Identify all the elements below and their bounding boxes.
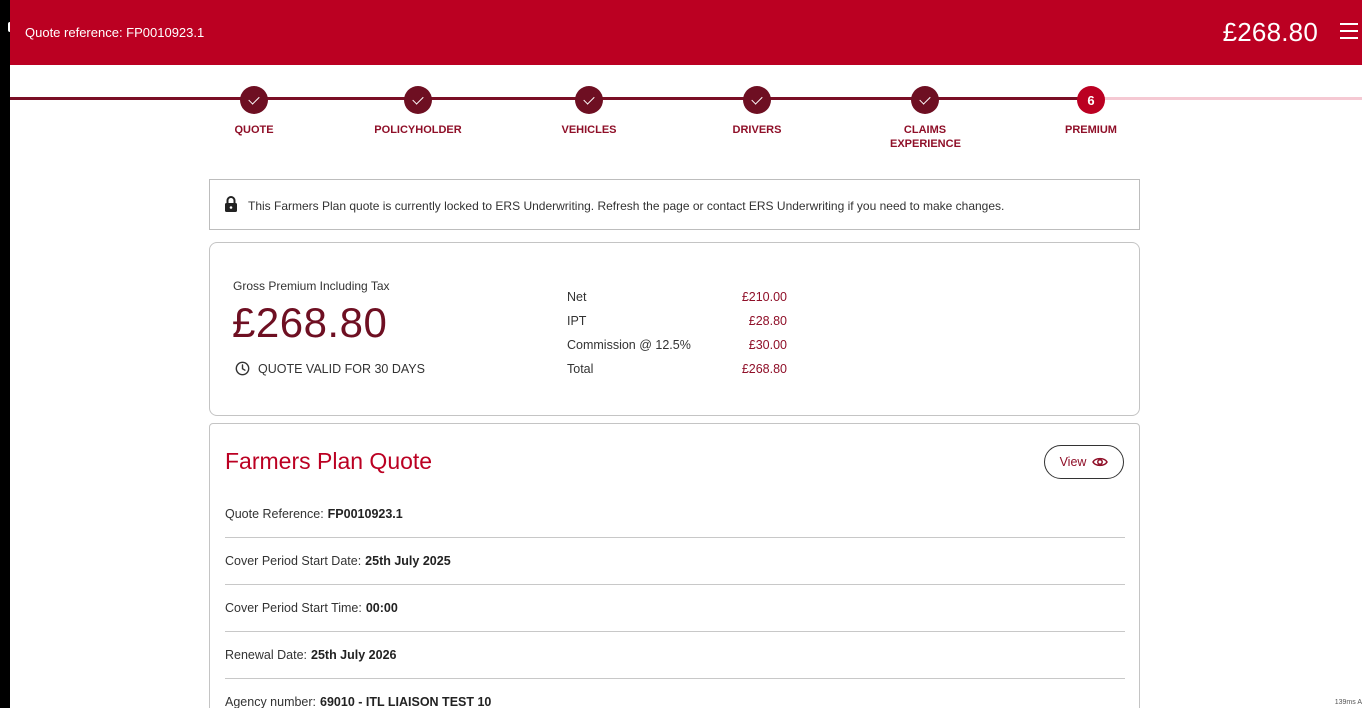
step-active-circle: 6 — [1077, 86, 1105, 114]
step-drivers[interactable]: DRIVERS — [687, 86, 827, 137]
eye-icon — [1092, 457, 1109, 467]
step-complete-circle — [240, 86, 268, 114]
detail-label: Quote Reference: — [225, 507, 324, 521]
detail-row-quote-reference: Quote Reference: FP0010923.1 — [225, 491, 1125, 538]
view-button-label: View — [1059, 455, 1087, 469]
breakdown-label: IPT — [567, 314, 587, 328]
check-icon — [248, 92, 260, 105]
farmers-plan-quote-card: Farmers Plan Quote View Quote Reference:… — [209, 423, 1140, 708]
breakdown-value: £30.00 — [748, 338, 787, 352]
check-icon — [583, 92, 595, 105]
step-label: VEHICLES — [561, 124, 617, 136]
detail-row-agency-number: Agency number: 69010 - ITL LIAISON TEST … — [225, 679, 1125, 708]
lock-notice: This Farmers Plan quote is currently loc… — [209, 179, 1140, 230]
breakdown-label: Net — [567, 290, 587, 304]
top-header-bar: Quote reference: FP0010923.1 £268.80 — [10, 0, 1362, 65]
step-premium[interactable]: 6 PREMIUM — [1021, 86, 1161, 137]
detail-value: FP0010923.1 — [327, 507, 403, 521]
gross-premium-amount: £268.80 — [232, 299, 388, 346]
step-label: POLICYHOLDER — [374, 124, 462, 136]
step-complete-circle — [911, 86, 939, 114]
breakdown-value: £28.80 — [748, 314, 787, 328]
check-icon — [412, 92, 424, 105]
lock-icon — [225, 196, 237, 212]
step-complete-circle — [743, 86, 771, 114]
quote-validity: QUOTE VALID FOR 30 DAYS — [235, 361, 425, 376]
detail-label: Agency number: — [225, 695, 317, 708]
detail-label: Cover Period Start Date: — [225, 554, 362, 568]
breakdown-row-net: Net £210.00 — [567, 285, 787, 309]
gross-premium-label: Gross Premium Including Tax — [233, 279, 390, 293]
detail-value: 69010 - ITL LIAISON TEST 10 — [320, 695, 492, 708]
detail-label: Cover Period Start Time: — [225, 601, 362, 615]
breakdown-value: £210.00 — [741, 290, 787, 304]
check-icon — [919, 92, 931, 105]
quote-card-title: Farmers Plan Quote — [225, 448, 433, 474]
view-quote-button[interactable]: View — [1044, 445, 1124, 479]
step-label: QUOTE — [234, 124, 274, 136]
corner-timing-note: 139ms A — [1334, 699, 1362, 706]
premium-breakdown: Net £210.00 IPT £28.80 Commission @ 12.5… — [567, 285, 787, 381]
detail-label: Renewal Date: — [225, 648, 307, 662]
hamburger-menu-icon[interactable] — [1340, 23, 1358, 39]
detail-value: 25th July 2026 — [311, 648, 397, 662]
header-price: £268.80 — [1222, 17, 1318, 47]
step-quote[interactable]: QUOTE — [184, 86, 324, 137]
step-claims-experience[interactable]: CLAIMS EXPERIENCE — [855, 86, 995, 151]
premium-summary-card: Gross Premium Including Tax £268.80 QUOT… — [209, 242, 1140, 416]
detail-row-renewal-date: Renewal Date: 25th July 2026 — [225, 632, 1125, 679]
step-label: CLAIMS EXPERIENCE — [890, 124, 961, 150]
detail-value: 00:00 — [365, 601, 398, 615]
breakdown-row-ipt: IPT £28.80 — [567, 309, 787, 333]
step-vehicles[interactable]: VEHICLES — [519, 86, 659, 137]
breakdown-row-commission: Commission @ 12.5% £30.00 — [567, 333, 787, 357]
window-frame-edge — [0, 0, 10, 708]
step-complete-circle — [575, 86, 603, 114]
quote-validity-text: QUOTE VALID FOR 30 DAYS — [258, 361, 425, 376]
breakdown-label: Commission @ 12.5% — [567, 338, 691, 352]
step-policyholder[interactable]: POLICYHOLDER — [348, 86, 488, 137]
detail-value: 25th July 2025 — [365, 554, 451, 568]
quote-reference-label: Quote reference: FP0010923.1 — [25, 25, 205, 40]
step-label: PREMIUM — [1065, 124, 1117, 136]
breakdown-label: Total — [567, 362, 594, 376]
check-icon — [751, 92, 763, 105]
breakdown-value: £268.80 — [741, 362, 787, 376]
step-label: DRIVERS — [732, 124, 782, 136]
detail-row-cover-start-time: Cover Period Start Time: 00:00 — [225, 585, 1125, 632]
lock-notice-text: This Farmers Plan quote is currently loc… — [248, 199, 1005, 213]
clock-icon — [235, 361, 250, 376]
detail-row-cover-start-date: Cover Period Start Date: 25th July 2025 — [225, 538, 1125, 585]
step-complete-circle — [404, 86, 432, 114]
breakdown-row-total: Total £268.80 — [567, 357, 787, 381]
